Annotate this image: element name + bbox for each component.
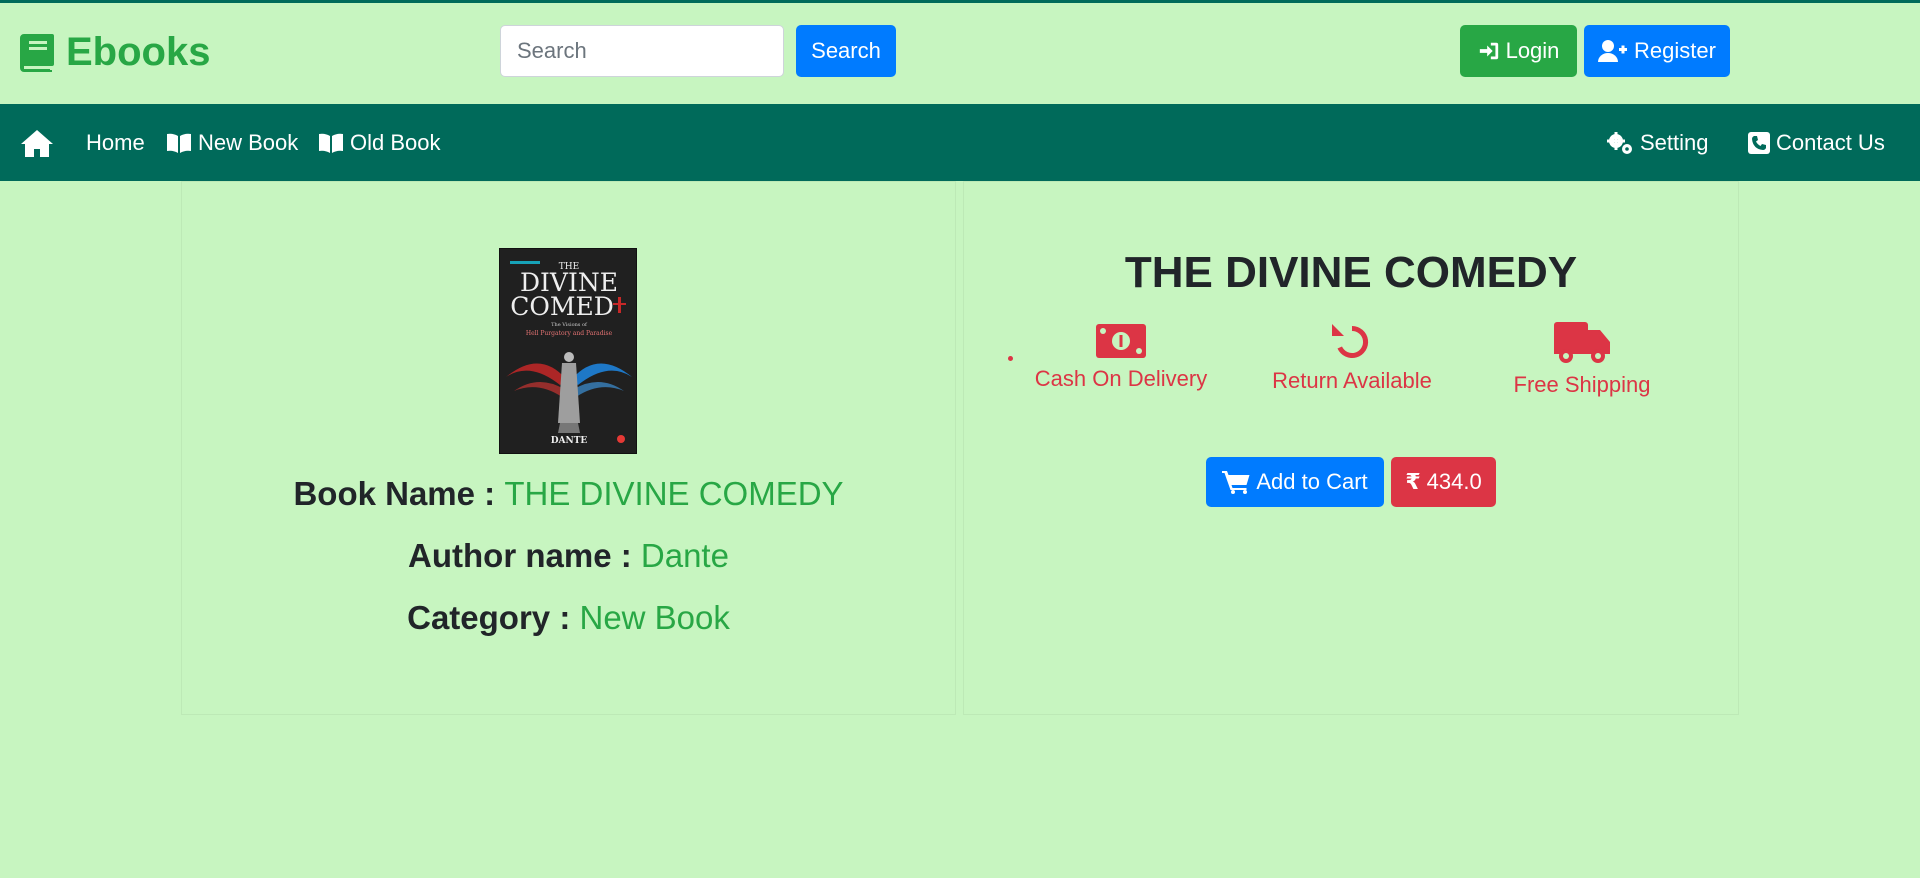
nav-setting-label: Setting [1640,129,1709,155]
nav-old-book-label: Old Book [350,129,441,155]
nav-new-book-label: New Book [198,129,299,155]
search-button[interactable]: Search [796,25,896,77]
cart-icon [1222,471,1250,494]
nav-contact-label: Contact Us [1776,129,1885,155]
login-button[interactable]: Login [1460,25,1577,77]
user-plus-icon [1598,40,1628,62]
undo-icon [1332,324,1369,358]
category-label: Category : [407,599,571,636]
feature-shipping-label: Free Shipping [1513,372,1651,397]
login-button-label: Login [1505,38,1560,63]
brand-logo[interactable]: Ebooks [20,30,210,74]
book-name-value: THE DIVINE COMEDY [504,475,844,512]
nav-home-label: Home [86,129,145,155]
register-button[interactable]: Register [1584,25,1730,77]
brand-name: Ebooks [66,29,211,74]
header: Ebooks Search Login Register [0,3,1920,104]
feature-return-available: Return Available [1237,322,1467,394]
book-name-label: Book Name : [293,475,496,512]
book-cover-art: THE DIVINE COMED The Visions of Hell Pur… [500,249,636,453]
book-name-line: Book Name : THE DIVINE COMEDY [181,475,956,513]
nav-item-old-book[interactable]: Old Book [318,104,441,181]
gears-icon [1607,131,1632,154]
author-name-label: Author name : [408,537,632,574]
cover-subtitle-line1: The Visions of [551,322,588,328]
cover-author-text: DANTE [551,436,588,446]
register-button-label: Register [1634,38,1716,63]
open-book-icon [167,133,191,153]
navbar: Home New Book Old Book Setting Contact U… [0,104,1920,181]
money-icon [1096,324,1146,358]
feature-cash-on-delivery: Cash On Delivery [1006,322,1236,392]
nav-item-setting[interactable]: Setting [1606,104,1709,181]
price-button[interactable]: ₹ 434.0 [1391,457,1496,507]
product-title: THE DIVINE COMEDY [1124,248,1578,297]
add-to-cart-button[interactable]: Add to Cart [1206,457,1384,507]
price-value: 434.0 [1426,469,1482,494]
search-button-label: Search [811,38,881,63]
cover-title-line2: COMED [510,292,614,321]
book-icon [20,34,54,72]
category-value: New Book [579,599,730,636]
book-cover-image[interactable]: THE DIVINE COMED The Visions of Hell Pur… [499,248,637,454]
author-name-line: Author name : Dante [181,537,956,575]
home-icon [21,129,53,157]
nav-item-home[interactable]: Home [86,104,145,181]
feature-free-shipping: Free Shipping [1467,322,1697,398]
category-line: Category : New Book [181,599,956,637]
nav-item-contact[interactable]: Contact Us [1748,104,1885,181]
nav-home-icon-link[interactable] [20,104,54,181]
rupee-icon: ₹ [1405,469,1421,494]
open-book-icon [319,133,343,153]
feature-cash-label: Cash On Delivery [1034,366,1208,391]
cover-subtitle-line2: Hell Purgatory and Paradise [526,330,613,337]
sign-in-icon [1479,42,1498,60]
search-input[interactable] [500,25,784,77]
author-name-value: Dante [640,537,729,574]
feature-return-label: Return Available [1272,368,1432,393]
phone-icon [1748,131,1770,154]
nav-item-new-book[interactable]: New Book [166,104,298,181]
add-to-cart-label: Add to Cart [1256,469,1368,494]
truck-icon [1554,322,1610,363]
